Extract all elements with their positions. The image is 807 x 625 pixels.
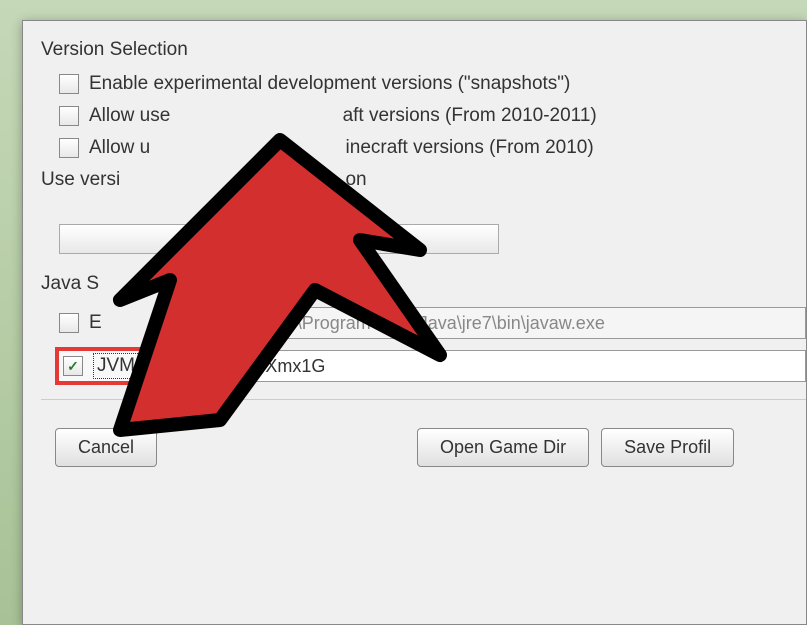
jvm-highlight-box: JVM Arguments: (55, 347, 248, 385)
java-settings-title: Java S (41, 273, 806, 295)
executable-checkbox[interactable] (59, 313, 79, 333)
executable-label: E (89, 312, 102, 334)
version-selection-title: Version Selection (41, 39, 806, 61)
beta-row: Allow use d "Beta aft versions (From 201… (59, 105, 806, 127)
executable-path-input[interactable] (270, 307, 806, 339)
beta-checkbox[interactable] (59, 106, 79, 126)
use-version-label: Use versi on (41, 169, 806, 191)
version-dropdown[interactable] (59, 224, 499, 254)
save-profile-button[interactable]: Save Profil (601, 428, 734, 467)
open-game-dir-button[interactable]: Open Game Dir (417, 428, 589, 467)
snapshots-label: Enable experimental development versions… (89, 73, 570, 95)
button-group-right: Open Game Dir Save Profil (417, 428, 734, 467)
snapshots-row: Enable experimental development versions… (59, 73, 806, 95)
alpha-checkbox[interactable] (59, 138, 79, 158)
cancel-button[interactable]: Cancel (55, 428, 157, 467)
snapshots-checkbox[interactable] (59, 74, 79, 94)
executable-row: E (59, 307, 806, 339)
alpha-label: Allow u inecraft versions (From 2010) (89, 137, 594, 159)
profile-editor-window: Version Selection Enable experimental de… (22, 20, 807, 625)
beta-label: Allow use d "Beta aft versions (From 201… (89, 105, 597, 127)
alpha-row: Allow u inecraft versions (From 2010) (59, 137, 806, 159)
separator (41, 399, 806, 400)
button-row: Cancel Open Game Dir Save Profil (55, 428, 806, 467)
version-dropdown-row (59, 203, 806, 259)
jvm-arguments-checkbox[interactable] (63, 356, 83, 376)
jvm-arguments-input[interactable] (250, 350, 806, 382)
jvm-arguments-label: JVM Arguments: (93, 353, 240, 379)
jvm-arguments-row: JVM Arguments: (41, 347, 806, 385)
